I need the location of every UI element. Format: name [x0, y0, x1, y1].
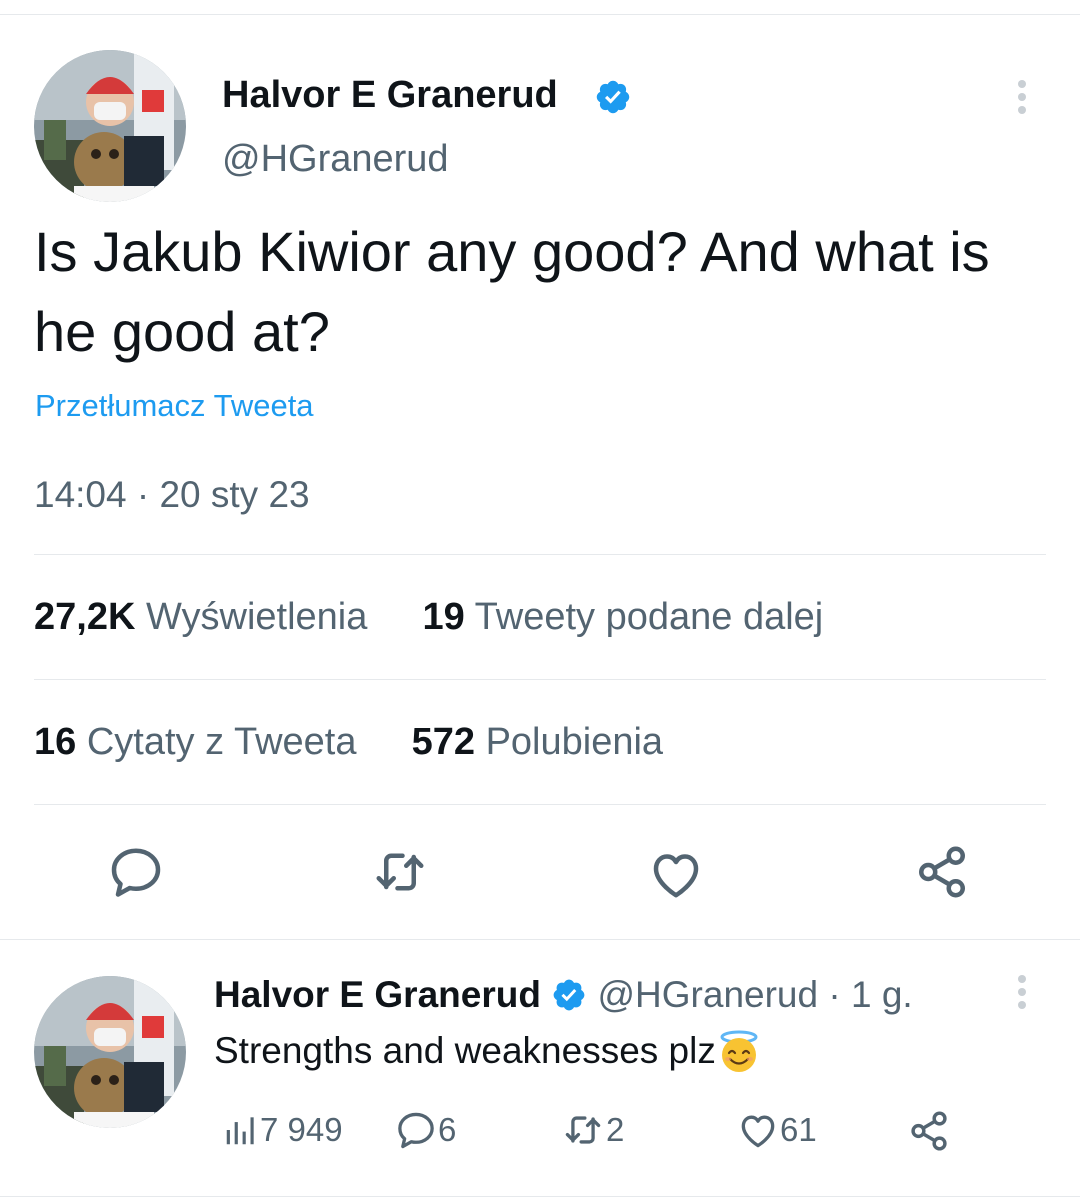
reply-views-count: 7 949	[260, 1111, 343, 1148]
views-icon	[226, 1117, 254, 1145]
reply-retweets-count: 2	[606, 1111, 625, 1148]
avatar[interactable]	[34, 50, 186, 202]
verified-badge-icon	[553, 979, 585, 1011]
stats-row-2: 16 Cytaty z Tweeta 572 Polubienia	[34, 721, 663, 764]
reply-text-row: Strengths and weaknesses plz	[214, 1028, 762, 1074]
verified-badge-icon	[596, 80, 630, 114]
retweets-label[interactable]: Tweety podane dalej	[475, 596, 824, 638]
divider	[34, 679, 1046, 680]
likes-count[interactable]: 572	[412, 721, 475, 763]
reply-header: Halvor E Granerud @HGranerud · 1 g.	[214, 972, 913, 1016]
tweet-timestamp[interactable]: 14:04 · 20 sty 23	[34, 474, 310, 516]
avatar-photo	[34, 50, 186, 202]
stats-row-1: 27,2K Wyświetlenia 19 Tweety podane dale…	[34, 596, 823, 639]
divider	[34, 554, 1046, 555]
reply-replies[interactable]: 6	[394, 1108, 456, 1158]
like-icon	[741, 1115, 775, 1148]
reply-text: Strengths and weaknesses plz	[214, 1030, 716, 1072]
reply-author-name[interactable]: Halvor E Granerud	[214, 974, 541, 1015]
reply-likes-count: 61	[780, 1111, 817, 1148]
retweet-icon[interactable]	[370, 842, 430, 902]
reply-icon[interactable]	[106, 842, 166, 902]
likes-label[interactable]: Polubienia	[486, 721, 663, 763]
translate-tweet-link[interactable]: Przetłumacz Tweeta	[35, 388, 314, 424]
author-handle[interactable]: @HGranerud	[222, 138, 449, 181]
quotes-count[interactable]: 16	[34, 721, 76, 763]
reply-author-handle[interactable]: @HGranerud	[598, 974, 819, 1015]
share-icon[interactable]	[912, 842, 972, 902]
share-icon	[911, 1111, 947, 1151]
reply-share[interactable]	[906, 1108, 952, 1158]
author-name[interactable]: Halvor E Granerud	[222, 74, 558, 117]
quotes-label[interactable]: Cytaty z Tweeta	[87, 721, 357, 763]
reply-time[interactable]: · 1 g.	[828, 974, 912, 1015]
like-icon[interactable]	[646, 844, 706, 904]
reply-avatar[interactable]	[34, 976, 186, 1128]
retweets-count[interactable]: 19	[423, 596, 465, 638]
retweet-icon	[565, 1116, 601, 1144]
views-label: Wyświetlenia	[145, 596, 368, 638]
tweet-text: Is Jakub Kiwior any good? And what is he…	[34, 220, 990, 363]
reply-replies-count: 6	[438, 1111, 457, 1148]
reply-icon	[398, 1112, 434, 1149]
reply-likes[interactable]: 61	[736, 1108, 817, 1158]
divider	[0, 939, 1080, 940]
smiling-face-with-halo-emoji	[716, 1028, 762, 1074]
top-divider	[0, 14, 1080, 15]
reply-retweets[interactable]: 2	[560, 1108, 624, 1158]
divider	[34, 804, 1046, 805]
avatar-photo	[34, 976, 186, 1128]
reply-more-options-icon[interactable]	[1018, 975, 1028, 1014]
reply-views[interactable]: 7 949	[222, 1108, 343, 1158]
more-options-icon[interactable]	[1018, 80, 1028, 119]
bottom-divider	[0, 1196, 1080, 1197]
views-count: 27,2K	[34, 596, 136, 638]
